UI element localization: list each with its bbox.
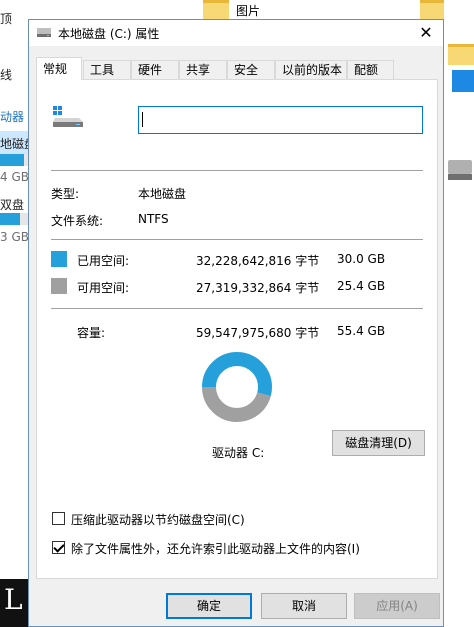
drive-icon (53, 106, 83, 127)
apply-button[interactable]: 应用(A) (354, 593, 440, 619)
close-button[interactable]: ✕ (409, 20, 443, 46)
properties-dialog: 本地磁盘 (C:) 属性 ✕ 常规 工具 硬件 共享 安全 以前的版本 配额 类… (28, 19, 444, 627)
disk-usage-donut (202, 352, 272, 422)
bg-text: 双盘 (0, 198, 25, 212)
dialog-title: 本地磁盘 (C:) 属性 (58, 27, 160, 41)
free-space-label: 可用空间: (77, 281, 130, 295)
type-value: 本地磁盘 (138, 187, 187, 201)
separator (51, 308, 423, 309)
bg-text: 线 (0, 68, 13, 82)
general-panel: 类型: 本地磁盘 文件系统: NTFS 已用空间: 32,228,642,816… (36, 79, 438, 579)
free-space-size: 25.4 GB (337, 279, 386, 293)
tab-hardware[interactable]: 硬件 (131, 60, 179, 79)
tab-sharing[interactable]: 共享 (179, 60, 227, 79)
used-space-bytes: 32,228,642,816 字节 (196, 254, 320, 268)
tab-general[interactable]: 常规 (36, 57, 82, 80)
used-space-swatch (51, 251, 67, 267)
bg-text: 顶 (0, 12, 13, 26)
bg-text: 动器 (0, 110, 25, 124)
bg-drive-bar (0, 154, 28, 166)
capacity-bytes: 59,547,975,680 字节 (196, 326, 320, 340)
drive-label: 驱动器 C: (212, 446, 265, 460)
capacity-label: 容量: (77, 326, 106, 340)
filesystem-value: NTFS (138, 212, 169, 226)
tab-previous-versions[interactable]: 以前的版本 (275, 60, 347, 79)
filesystem-label: 文件系统: (51, 214, 104, 228)
bg-text: 4 GB (0, 170, 28, 184)
type-label: 类型: (51, 187, 80, 201)
background-explorer-top: 图片 (28, 0, 444, 20)
folder-icon (203, 0, 229, 20)
drive-icon (448, 160, 472, 174)
tab-tools[interactable]: 工具 (83, 60, 131, 79)
ok-button[interactable]: 确定 (166, 593, 252, 619)
used-space-size: 30.0 GB (337, 252, 386, 266)
bg-text: 地磁盘 (0, 137, 28, 151)
free-space-bytes: 27,319,332,864 字节 (196, 281, 320, 295)
title-bar: 本地磁盘 (C:) 属性 ✕ (29, 20, 443, 46)
index-label[interactable]: 除了文件属性外，还允许索引此驱动器上文件的内容(I) (71, 540, 360, 557)
compress-checkbox[interactable] (52, 512, 65, 525)
close-icon: ✕ (419, 23, 433, 42)
drive-icon-base (448, 174, 472, 180)
text-caret (142, 112, 143, 127)
tab-security[interactable]: 安全 (227, 60, 275, 79)
background-explorer-left: 顶 线 动器 地磁盘 4 GB 双盘 3 GB L (0, 0, 28, 627)
used-space-label: 已用空间: (77, 254, 130, 268)
bg-drive-bar (0, 213, 28, 225)
bg-text: 图片 (236, 4, 261, 18)
image-icon (452, 70, 474, 92)
separator (51, 170, 423, 171)
capacity-size: 55.4 GB (337, 324, 386, 338)
drive-name-input[interactable] (138, 106, 423, 134)
bg-text: 3 GB (0, 230, 28, 244)
disk-cleanup-button[interactable]: 磁盘清理(D) (332, 430, 425, 456)
compress-label[interactable]: 压缩此驱动器以节约磁盘空间(C) (71, 511, 245, 528)
index-checkbox[interactable] (52, 541, 65, 554)
tab-quota[interactable]: 配额 (347, 60, 394, 79)
bg-black-tile: L (0, 579, 28, 627)
folder-icon (420, 0, 444, 20)
drive-icon (37, 28, 51, 37)
cancel-button[interactable]: 取消 (261, 593, 347, 619)
free-space-swatch (51, 278, 67, 294)
folder-icon (448, 44, 474, 65)
background-explorer-right (444, 0, 474, 627)
separator (51, 239, 423, 240)
